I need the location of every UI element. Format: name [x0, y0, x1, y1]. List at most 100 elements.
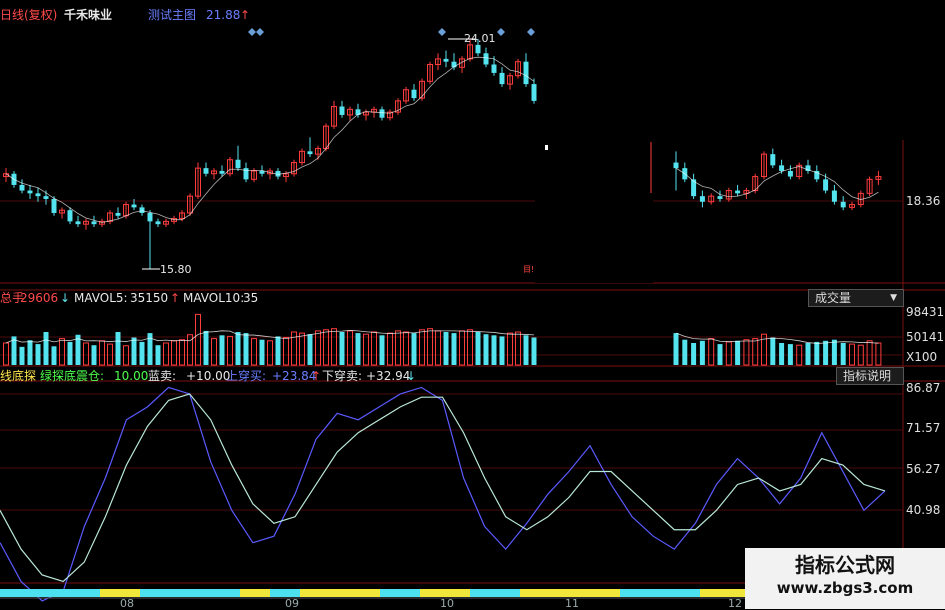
- volume-bar: [735, 340, 741, 365]
- blue-sell-label: 蓝卖:: [148, 369, 177, 383]
- volume-bar: [315, 330, 321, 366]
- volume-bar: [203, 330, 209, 365]
- volume-bar: [451, 333, 457, 365]
- volume-bar: [395, 330, 401, 366]
- candle-body: [235, 159, 241, 169]
- volume-bar: [91, 345, 97, 365]
- volume-bar: [99, 340, 105, 366]
- mavol10-value: 35: [243, 291, 259, 305]
- volume-bar: [419, 329, 425, 366]
- candle-body: [27, 190, 33, 194]
- candle-body: [770, 154, 776, 166]
- blue-sell-value: +10.00: [186, 369, 231, 383]
- volume-bar: [131, 337, 137, 365]
- volume-bar: [743, 339, 750, 366]
- candle-body: [673, 162, 679, 169]
- volume-bar: [139, 341, 145, 365]
- volume-bar: [531, 337, 537, 365]
- volume-bar: [363, 333, 369, 366]
- volume-bar: [179, 339, 185, 366]
- volume-bar: [155, 345, 161, 365]
- svg-text:目!: 目!: [523, 265, 534, 274]
- volume-bar: [115, 332, 121, 365]
- candle-body: [523, 61, 529, 85]
- indicator-sub-name: 绿探底震仓:: [40, 369, 105, 383]
- candle-body: [43, 196, 49, 199]
- volume-bar: [866, 340, 873, 366]
- indicator-sub-value: 10.00: [114, 369, 149, 383]
- candle-body: [219, 170, 225, 174]
- ma-line: [675, 166, 879, 200]
- volume-bar: [171, 340, 177, 366]
- volume-bar: [299, 332, 305, 366]
- main-indicator-value: 21.88: [206, 8, 241, 22]
- volume-bar: [83, 342, 89, 366]
- vol-y-label-1: 98431: [906, 305, 945, 319]
- volume-bar: [347, 330, 353, 366]
- volume-bar: [717, 344, 723, 365]
- cross-down-value: +32.94: [366, 369, 411, 383]
- low-price-label: 15.80: [160, 263, 192, 276]
- volume-bar: [752, 338, 759, 366]
- candle-body: [203, 168, 209, 174]
- vol-down-arrow-icon: ↓: [60, 291, 71, 305]
- up-arrow-icon: ↑: [240, 8, 251, 22]
- candle-body: [51, 198, 57, 213]
- volume-bar: [227, 335, 233, 366]
- indicator-help-button[interactable]: 指标说明: [836, 367, 904, 385]
- volume-bar: [770, 337, 776, 365]
- signal-strip-segment: [380, 589, 420, 597]
- candle-body: [35, 193, 41, 197]
- volume-bar: [805, 343, 811, 365]
- signal-strip-segment: [240, 589, 270, 597]
- candle-body: [475, 44, 481, 54]
- volume-bar: [259, 339, 265, 365]
- volume-bar: [475, 332, 481, 365]
- volume-bar: [51, 346, 57, 365]
- volume-bar: [840, 343, 846, 365]
- candle-body: [75, 221, 81, 225]
- candle-body: [67, 210, 73, 222]
- volume-bar: [3, 342, 9, 366]
- volume-bar: [483, 334, 489, 365]
- indicator-dropdown[interactable]: 成交量 ▼: [808, 289, 904, 307]
- chevron-down-icon: ▼: [890, 293, 897, 303]
- signal-strip-segment: [700, 589, 745, 597]
- x-label-09: 09: [285, 597, 299, 610]
- candle-body: [139, 207, 145, 213]
- candle-body: [717, 196, 723, 199]
- volume-bar: [814, 341, 820, 365]
- volume-bar: [195, 313, 201, 366]
- vol-y-label-2: 50141: [906, 330, 945, 344]
- volume-bar: [682, 339, 688, 365]
- volume-bar: [523, 335, 529, 365]
- mavol-line: [675, 332, 879, 344]
- volume-bar: [491, 335, 497, 365]
- volume-bar: [708, 338, 715, 366]
- x-label-12: 12: [728, 597, 742, 610]
- signal-strip-segment: [140, 589, 240, 597]
- volume-bar: [387, 332, 393, 366]
- volume-bar: [219, 335, 225, 365]
- volume-bar: [211, 338, 217, 366]
- candle-body: [499, 72, 505, 85]
- signal-strip-segment: [0, 589, 100, 597]
- volume-bar: [467, 329, 473, 366]
- volume-bar: [243, 333, 249, 365]
- volume-bar: [779, 343, 785, 365]
- volume-bar: [275, 336, 281, 365]
- volume-bar: [443, 332, 449, 365]
- mavol5-up-arrow-icon: ↑: [170, 291, 181, 305]
- candle-body: [19, 184, 25, 191]
- volume-bar: [163, 342, 169, 366]
- main-indicator-name: 测试主图: [148, 8, 197, 22]
- vol-y-unit: X100: [906, 350, 938, 364]
- volume-bar: [725, 341, 732, 366]
- candle-body: [411, 89, 417, 99]
- high-price-label: 24.01: [464, 32, 496, 45]
- volume-bar: [427, 328, 433, 366]
- candle-body: [840, 201, 846, 208]
- price-y-label: 18.36: [906, 194, 941, 208]
- candle-body: [699, 196, 705, 202]
- signal-strip-segment: [100, 589, 140, 597]
